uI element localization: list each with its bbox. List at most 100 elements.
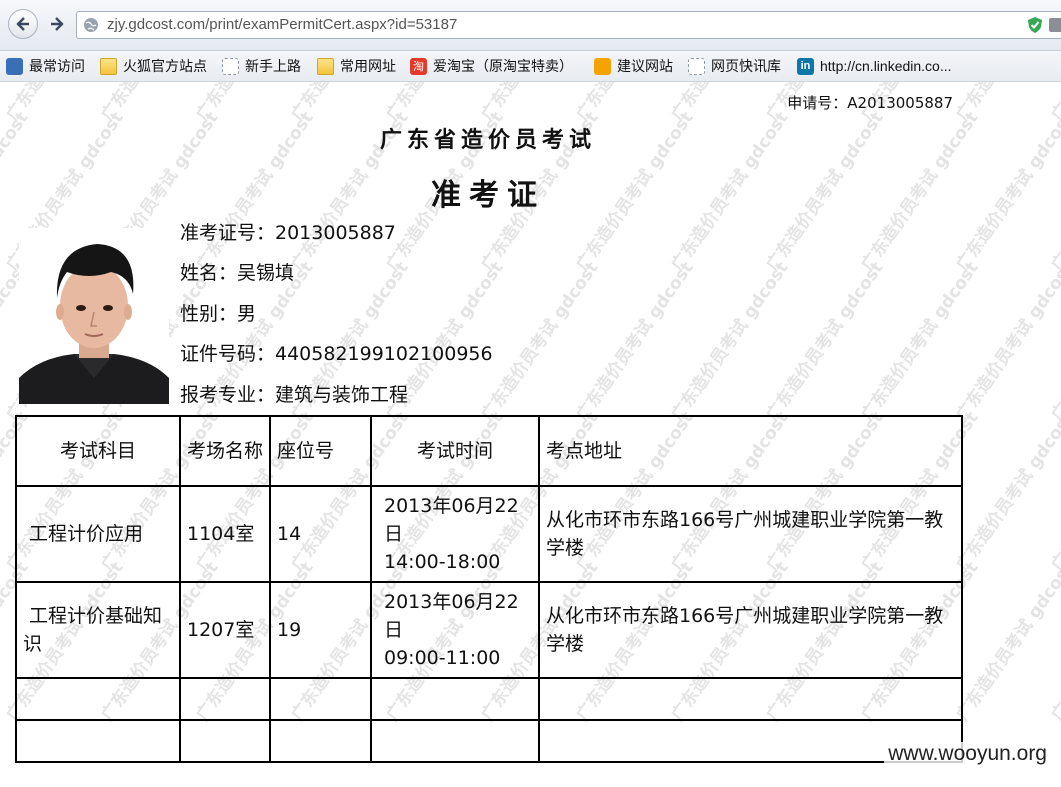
watermark-text: 广东造价员考试 gdcost bbox=[572, 258, 698, 425]
page-icon bbox=[688, 57, 705, 75]
arrow-left-icon bbox=[16, 17, 29, 31]
watermark-text: 广东造价员考试 gdcost bbox=[2, 82, 128, 125]
bookmark-firefox-site[interactable]: 火狐官方站点 bbox=[100, 56, 207, 76]
empty-cell bbox=[269, 677, 372, 721]
back-button[interactable] bbox=[8, 9, 38, 39]
header-time: 考试时间 bbox=[370, 415, 540, 487]
permit-number: 准考证号：2013005887 bbox=[180, 222, 396, 244]
cell-time: 2013年06月22日 14:00-18:00 bbox=[370, 485, 540, 583]
bookmark-label: 火狐官方站点 bbox=[123, 58, 207, 74]
shield-check-icon[interactable] bbox=[1027, 16, 1043, 34]
browser-navbar: zjy.gdcost.com/print/examPermitCert.aspx… bbox=[0, 0, 1061, 51]
empty-cell bbox=[269, 719, 372, 763]
globe-icon bbox=[84, 18, 98, 32]
candidate-name: 姓名：吴锡填 bbox=[180, 262, 295, 284]
certificate-title: 准考证 bbox=[431, 178, 545, 213]
exam-hours: 14:00-18:00 bbox=[384, 551, 501, 573]
cell-address: 从化市环市东路166号广州城建职业学院第一教学楼 bbox=[538, 581, 963, 679]
watermark-text: 广东造价员考试 gdcost bbox=[857, 258, 983, 425]
bookmark-label: 建议网站 bbox=[617, 58, 673, 74]
table-row: 工程计价应用 1104室 14 2013年06月22日 14:00-18:00 … bbox=[15, 485, 963, 583]
search-bookmark-icon bbox=[6, 57, 23, 75]
bookmark-web-slices[interactable]: 网页快讯库 bbox=[688, 56, 781, 76]
toolbar-overflow-icon[interactable] bbox=[1049, 18, 1061, 32]
empty-cell bbox=[538, 677, 963, 721]
watermark-text: 广东造价员考试 gdcost bbox=[382, 82, 508, 125]
empty-cell bbox=[15, 677, 181, 721]
bookmark-common-urls[interactable]: 常用网址 bbox=[317, 56, 396, 76]
watermark-text: 广东造价员考试 gdcost bbox=[477, 82, 603, 125]
watermark-text: 广东造价员考试 gdcost bbox=[667, 258, 793, 425]
watermark-text: 广东造价员考试 gdcost bbox=[0, 82, 33, 125]
exam-title: 广东省造价员考试 bbox=[379, 128, 596, 153]
header-address: 考点地址 bbox=[538, 415, 963, 487]
cell-seat: 14 bbox=[269, 485, 372, 583]
table-row-empty bbox=[15, 719, 963, 763]
table-row-empty bbox=[15, 677, 963, 721]
candidate-gender: 性别：男 bbox=[180, 303, 257, 325]
watermark-text: 广东造价员考试 gdcost bbox=[952, 408, 1061, 575]
table-row: 工程计价基础知识 1207室 19 2013年06月22日 09:00-11:0… bbox=[15, 581, 963, 679]
empty-cell bbox=[179, 719, 271, 763]
header-subject: 考试科目 bbox=[15, 415, 181, 487]
arrow-right-icon bbox=[51, 17, 64, 31]
id-number: 证件号码：440582199102100956 bbox=[180, 343, 493, 365]
application-number: 申请号：A2013005887 bbox=[787, 94, 953, 112]
exam-date: 2013年06月22日 bbox=[384, 591, 519, 641]
bing-icon bbox=[594, 57, 611, 75]
watermark-text: 广东造价员考试 gdcost bbox=[762, 258, 888, 425]
watermark-text: 广东造价员考试 gdcost bbox=[572, 82, 698, 125]
bookmark-label: http://cn.linkedin.co... bbox=[820, 58, 952, 74]
exam-date: 2013年06月22日 bbox=[384, 495, 519, 545]
url-text: zjy.gdcost.com/print/examPermitCert.aspx… bbox=[107, 16, 458, 33]
watermark-text: 广东造价员考试 gdcost bbox=[287, 82, 413, 125]
bookmark-getting-started[interactable]: 新手上路 bbox=[222, 56, 301, 76]
header-room: 考场名称 bbox=[179, 415, 271, 487]
linkedin-icon: in bbox=[797, 57, 814, 75]
bookmark-most-visited[interactable]: 最常访问 bbox=[6, 56, 85, 76]
bookmark-suggested-sites[interactable]: 建议网站 bbox=[594, 56, 673, 76]
cell-seat: 19 bbox=[269, 581, 372, 679]
cell-address: 从化市环市东路166号广州城建职业学院第一教学楼 bbox=[538, 485, 963, 583]
cell-room: 1207室 bbox=[179, 581, 271, 679]
bookmark-aitaobao[interactable]: 淘 爱淘宝（原淘宝特卖） bbox=[410, 56, 573, 76]
bookmark-label: 常用网址 bbox=[340, 58, 396, 74]
cell-subject: 工程计价基础知识 bbox=[15, 581, 181, 679]
folder-icon bbox=[317, 57, 334, 75]
forward-button[interactable] bbox=[44, 11, 70, 37]
address-bar[interactable]: zjy.gdcost.com/print/examPermitCert.aspx… bbox=[76, 11, 1061, 39]
empty-cell bbox=[15, 719, 181, 763]
subject-text: 工程计价基础知识 bbox=[23, 605, 163, 655]
page-content: 广东造价员考试 gdcost广东造价员考试 gdcost广东造价员考试 gdco… bbox=[0, 82, 1061, 787]
bookmark-label: 爱淘宝（原淘宝特卖） bbox=[433, 58, 573, 74]
cell-room: 1104室 bbox=[179, 485, 271, 583]
watermark-text: 广东造价员考试 gdcost bbox=[1047, 408, 1061, 575]
watermark-text: 广东造价员考试 gdcost bbox=[1047, 108, 1061, 275]
page-icon bbox=[222, 57, 239, 75]
bookmarks-toolbar: 最常访问 火狐官方站点 新手上路 常用网址 淘 爱淘宝（原淘宝特卖） 建议网站 … bbox=[0, 51, 1061, 82]
exam-hours: 09:00-11:00 bbox=[384, 647, 501, 669]
empty-cell bbox=[179, 677, 271, 721]
bookmark-label: 最常访问 bbox=[29, 58, 85, 74]
header-seat: 座位号 bbox=[269, 415, 372, 487]
subject-text: 工程计价应用 bbox=[29, 523, 144, 545]
cell-time: 2013年06月22日 09:00-11:00 bbox=[370, 581, 540, 679]
empty-cell bbox=[370, 719, 540, 763]
watermark-text: 广东造价员考试 gdcost bbox=[97, 82, 223, 125]
watermark-text: 广东造价员考试 gdcost bbox=[192, 82, 318, 125]
site-watermark: www.wooyun.org bbox=[884, 742, 1051, 766]
cell-subject: 工程计价应用 bbox=[15, 485, 181, 583]
watermark-text: 广东造价员考试 gdcost bbox=[1047, 558, 1061, 725]
bookmark-linkedin[interactable]: in http://cn.linkedin.co... bbox=[797, 56, 952, 76]
watermark-text: 广东造价员考试 gdcost bbox=[667, 82, 793, 125]
empty-cell bbox=[370, 677, 540, 721]
folder-icon bbox=[100, 57, 117, 75]
watermark-text: 广东造价员考试 gdcost bbox=[952, 258, 1061, 425]
bookmark-label: 网页快讯库 bbox=[711, 58, 781, 74]
watermark-text: 广东造价员考试 gdcost bbox=[477, 258, 603, 425]
watermark-text: 广东造价员考试 gdcost bbox=[1047, 82, 1061, 125]
watermark-text: 广东造价员考试 gdcost bbox=[1047, 258, 1061, 425]
watermark-text: 广东造价员考试 gdcost bbox=[952, 558, 1061, 725]
exam-schedule-table: 考试科目 考场名称 座位号 考试时间 考点地址 工程计价应用 1104室 14 … bbox=[15, 415, 963, 763]
table-header-row: 考试科目 考场名称 座位号 考试时间 考点地址 bbox=[15, 415, 963, 487]
